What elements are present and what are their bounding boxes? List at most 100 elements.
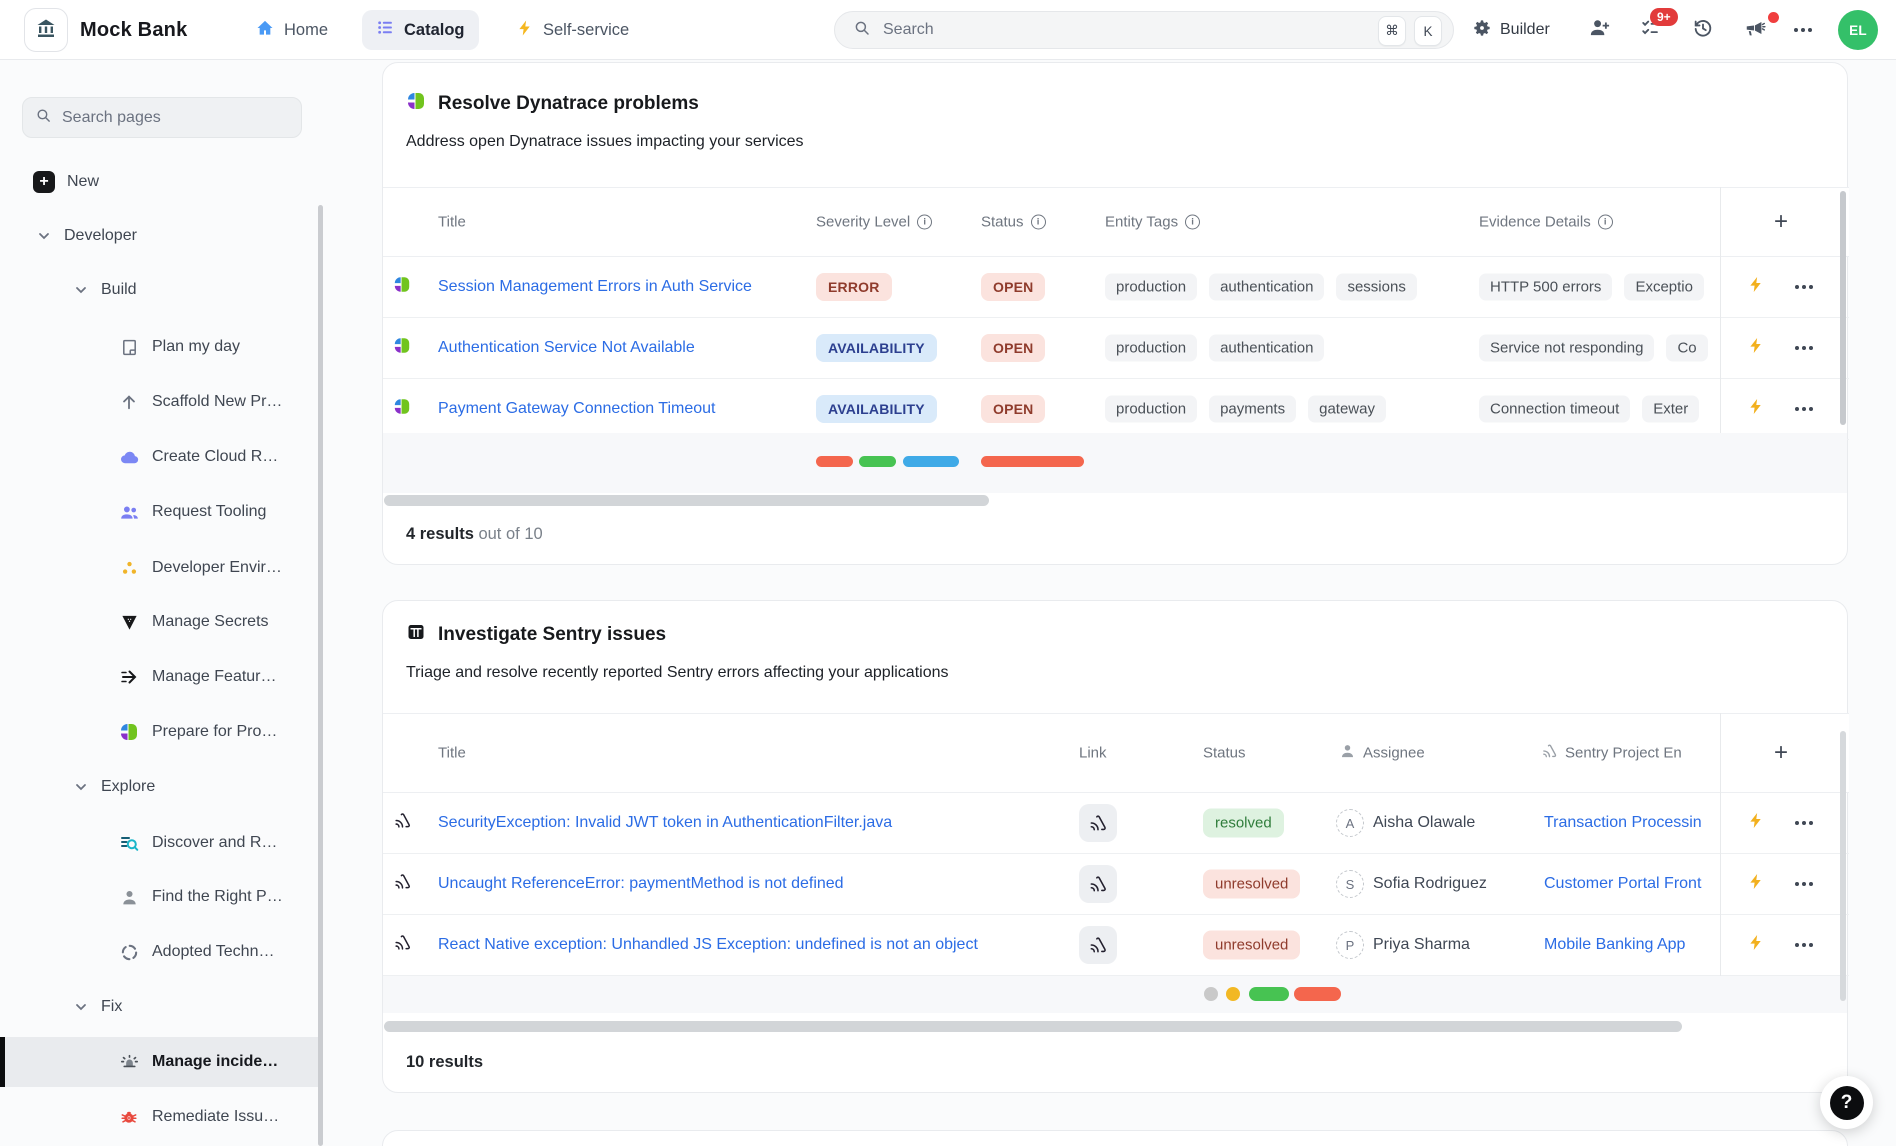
invite-users-button[interactable] bbox=[1588, 0, 1611, 60]
table-row[interactable]: Payment Gateway Connection Timeout AVAIL… bbox=[383, 379, 1849, 440]
column-sentry-project[interactable]: Sentry Project En bbox=[1541, 743, 1720, 764]
table-horizontal-scrollbar[interactable] bbox=[384, 1021, 1682, 1032]
main-content: Resolve Dynatrace problems Address open … bbox=[322, 60, 1896, 1146]
add-column-button[interactable]: + bbox=[1764, 205, 1798, 239]
sidebar-item-request-tooling[interactable]: Request Tooling bbox=[0, 487, 322, 537]
topbar: Mock Bank Home Catalog Self-service ⌘ K … bbox=[0, 0, 1896, 60]
global-search[interactable]: ⌘ K bbox=[834, 11, 1454, 49]
sentry-link-button[interactable] bbox=[1079, 926, 1117, 964]
column-assignee[interactable]: Assignee bbox=[1339, 743, 1425, 764]
user-avatar[interactable]: EL bbox=[1838, 10, 1878, 50]
column-status[interactable]: Status bbox=[981, 214, 1046, 231]
run-action-icon[interactable] bbox=[1747, 934, 1765, 957]
run-action-icon[interactable] bbox=[1747, 812, 1765, 835]
org-logo-button[interactable] bbox=[24, 8, 68, 52]
sidebar-search-input[interactable] bbox=[62, 109, 262, 127]
sidebar-section-build[interactable]: Build bbox=[0, 265, 322, 315]
table-row[interactable]: SecurityException: Invalid JWT token in … bbox=[383, 793, 1849, 854]
sidebar-item-remediate-issues[interactable]: 0 Remediate Issu… bbox=[0, 1092, 322, 1142]
nav-self-service[interactable]: Self-service bbox=[516, 0, 629, 60]
brand-title: Mock Bank bbox=[80, 0, 187, 60]
row-title-link[interactable]: Authentication Service Not Available bbox=[438, 339, 695, 357]
info-icon[interactable] bbox=[917, 215, 932, 230]
dynatrace-icon bbox=[393, 337, 411, 360]
sidebar-item-manage-incidents[interactable]: Manage incide… bbox=[0, 1037, 322, 1087]
table-vertical-scrollbar[interactable] bbox=[1840, 191, 1846, 425]
sentry-card: Investigate Sentry issues Triage and res… bbox=[382, 600, 1848, 1093]
nav-home[interactable]: Home bbox=[255, 0, 328, 60]
add-column-button[interactable]: + bbox=[1764, 736, 1798, 770]
search-input[interactable] bbox=[883, 21, 1213, 39]
sidebar-item-discover-and-research[interactable]: Discover and R… bbox=[0, 818, 322, 868]
builder-button[interactable]: Builder bbox=[1472, 0, 1550, 60]
more-options-icon[interactable] bbox=[1795, 407, 1813, 411]
column-evidence-details[interactable]: Evidence Details bbox=[1479, 214, 1613, 231]
announcements-button[interactable] bbox=[1744, 0, 1766, 60]
lightning-icon bbox=[516, 19, 534, 42]
table-row[interactable]: Authentication Service Not Available AVA… bbox=[383, 318, 1849, 379]
column-divider bbox=[1720, 187, 1721, 433]
sidebar-item-adopted-technologies[interactable]: Adopted Techn… bbox=[0, 927, 322, 977]
chevron-down-icon bbox=[73, 999, 89, 1015]
nav-catalog[interactable]: Catalog bbox=[362, 10, 479, 50]
sidebar-section-fix[interactable]: Fix bbox=[0, 982, 322, 1032]
column-entity-tags[interactable]: Entity Tags bbox=[1105, 214, 1200, 231]
run-action-icon[interactable] bbox=[1747, 276, 1765, 299]
sidebar-scrollbar[interactable] bbox=[318, 205, 323, 1146]
sentry-link-button[interactable] bbox=[1079, 865, 1117, 903]
run-action-icon[interactable] bbox=[1747, 873, 1765, 896]
run-action-icon[interactable] bbox=[1747, 398, 1765, 421]
run-action-icon[interactable] bbox=[1747, 337, 1765, 360]
project-link[interactable]: Mobile Banking App bbox=[1544, 936, 1720, 954]
help-button[interactable]: ? bbox=[1820, 1076, 1873, 1129]
sidebar-item-plan-my-day[interactable]: Plan my day bbox=[0, 322, 322, 372]
sentry-link-button[interactable] bbox=[1079, 804, 1117, 842]
assignee-avatar: S bbox=[1336, 870, 1364, 898]
column-title[interactable]: Title bbox=[438, 214, 466, 231]
more-options-icon[interactable] bbox=[1795, 346, 1813, 350]
person-icon bbox=[118, 886, 140, 908]
row-title-link[interactable]: SecurityException: Invalid JWT token in … bbox=[438, 814, 892, 832]
sidebar-item-scaffold-new-project[interactable]: Scaffold New Pr… bbox=[0, 377, 322, 427]
cmd-keycap: ⌘ bbox=[1378, 16, 1406, 46]
person-add-icon bbox=[1588, 16, 1611, 44]
more-menu-button[interactable] bbox=[1794, 0, 1812, 60]
sidebar-item-find-the-right-person[interactable]: Find the Right P… bbox=[0, 872, 322, 922]
vault-icon bbox=[118, 611, 140, 633]
column-status[interactable]: Status bbox=[1203, 745, 1246, 762]
sidebar-item-create-cloud-resource[interactable]: Create Cloud R… bbox=[0, 432, 322, 482]
sidebar-search[interactable] bbox=[22, 97, 302, 138]
column-link[interactable]: Link bbox=[1079, 745, 1107, 762]
row-title-link[interactable]: Uncaught ReferenceError: paymentMethod i… bbox=[438, 875, 844, 893]
table-vertical-scrollbar[interactable] bbox=[1840, 731, 1846, 1001]
sidebar-item-manage-secrets[interactable]: Manage Secrets bbox=[0, 597, 322, 647]
project-link[interactable]: Customer Portal Front bbox=[1544, 875, 1720, 893]
row-title-link[interactable]: Session Management Errors in Auth Servic… bbox=[438, 278, 752, 296]
dynatrace-icon bbox=[118, 721, 140, 743]
sidebar-item-manage-feature-flags[interactable]: Manage Featur… bbox=[0, 652, 322, 702]
entity-tags: production payments gateway bbox=[1105, 396, 1465, 423]
info-icon[interactable] bbox=[1031, 215, 1046, 230]
row-title-link[interactable]: React Native exception: Unhandled JS Exc… bbox=[438, 936, 978, 954]
sidebar-item-developer-environments[interactable]: Developer Envir… bbox=[0, 543, 322, 593]
column-severity[interactable]: Severity Level bbox=[816, 214, 932, 231]
table-row[interactable]: React Native exception: Unhandled JS Exc… bbox=[383, 915, 1849, 976]
more-options-icon[interactable] bbox=[1795, 821, 1813, 825]
more-options-icon[interactable] bbox=[1795, 882, 1813, 886]
sidebar-section-explore[interactable]: Explore bbox=[0, 762, 322, 812]
sidebar-section-developer[interactable]: Developer bbox=[0, 211, 322, 261]
results-count: 4 results out of 10 bbox=[406, 525, 543, 544]
project-link[interactable]: Transaction Processin bbox=[1544, 814, 1720, 832]
column-title[interactable]: Title bbox=[438, 745, 466, 762]
sidebar-item-prepare-for-production[interactable]: Prepare for Pro… bbox=[0, 707, 322, 757]
more-options-icon[interactable] bbox=[1795, 943, 1813, 947]
sidebar-new-button[interactable]: + New bbox=[0, 157, 322, 207]
more-options-icon[interactable] bbox=[1795, 285, 1813, 289]
info-icon[interactable] bbox=[1598, 215, 1613, 230]
info-icon[interactable] bbox=[1185, 215, 1200, 230]
row-title-link[interactable]: Payment Gateway Connection Timeout bbox=[438, 400, 715, 418]
table-row[interactable]: Session Management Errors in Auth Servic… bbox=[383, 257, 1849, 318]
table-horizontal-scrollbar[interactable] bbox=[384, 495, 989, 506]
table-row[interactable]: Uncaught ReferenceError: paymentMethod i… bbox=[383, 854, 1849, 915]
history-button[interactable] bbox=[1692, 0, 1714, 60]
